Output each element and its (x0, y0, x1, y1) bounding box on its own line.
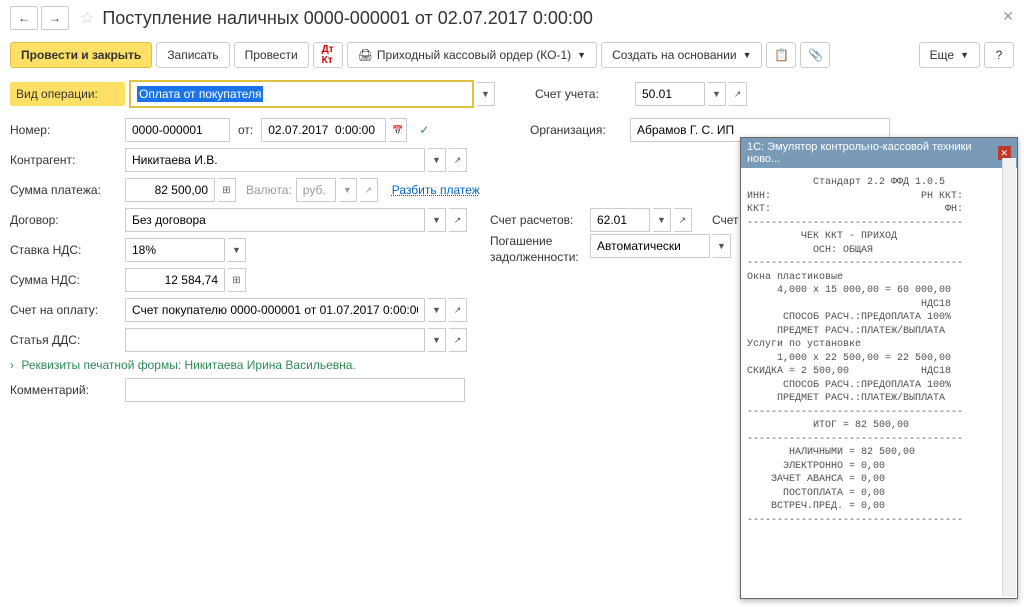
vat-rate-input[interactable] (125, 238, 225, 262)
advance-account-label-cut: Счет (712, 213, 739, 227)
dropdown-icon[interactable]: ▼ (228, 238, 246, 262)
emulator-receipt: Стандарт 2.2 ФФД 1.0.5 ИНН: РН ККТ: ККТ:… (741, 168, 1017, 598)
emulator-window: 1С: Эмулятор контрольно-кассовой техники… (740, 137, 1018, 599)
currency-input (296, 178, 336, 202)
page-title: Поступление наличных 0000-000001 от 02.0… (102, 8, 593, 29)
print-label: Приходный кассовый ордер (КО-1) (377, 48, 571, 62)
chevron-down-icon: ▼ (743, 50, 752, 60)
open-icon[interactable]: ↗ (449, 208, 467, 232)
submit-button[interactable]: Провести (234, 42, 309, 68)
calendar-icon[interactable]: 📅 (389, 118, 407, 142)
open-icon[interactable]: ↗ (449, 328, 467, 352)
organization-label: Организация: (530, 123, 630, 137)
favorite-star-icon[interactable]: ☆ (80, 8, 94, 28)
split-payment-link[interactable]: Разбить платеж (392, 183, 480, 197)
settlement-account-input[interactable] (590, 208, 650, 232)
vat-rate-label: Ставка НДС: (10, 243, 125, 257)
debt-repayment-label: Погашение задолженности: (490, 234, 590, 265)
dropdown-icon[interactable]: ▼ (708, 82, 726, 106)
counterparty-input[interactable] (125, 148, 425, 172)
comment-label: Комментарий: (10, 383, 125, 397)
dropdown-icon: ▼ (339, 178, 357, 202)
number-label: Номер: (10, 123, 125, 137)
create-based-button[interactable]: Создать на основании ▼ (601, 42, 762, 68)
dropdown-icon[interactable]: ▼ (428, 328, 446, 352)
submit-close-button[interactable]: Провести и закрыть (10, 42, 152, 68)
nav-back-button[interactable]: ← (10, 6, 38, 30)
open-icon[interactable]: ↗ (449, 298, 467, 322)
open-icon: ↗ (360, 178, 378, 202)
payment-sum-input[interactable] (125, 178, 215, 202)
calculator-icon[interactable]: ⊞ (218, 178, 236, 202)
more-label: Еще (930, 48, 954, 62)
open-icon[interactable]: ↗ (449, 148, 467, 172)
dropdown-icon[interactable]: ▼ (428, 208, 446, 232)
printer-icon: 🖨 (358, 48, 373, 62)
from-label: от: (238, 123, 253, 137)
chevron-right-icon: › (10, 358, 14, 372)
invoice-label: Счет на оплату: (10, 303, 125, 317)
dds-item-input[interactable] (125, 328, 425, 352)
dropdown-icon[interactable]: ▼ (477, 82, 495, 106)
print-dropdown-button[interactable]: 🖨 Приходный кассовый ордер (КО-1) ▼ (347, 42, 597, 68)
calculator-icon[interactable]: ⊞ (228, 268, 246, 292)
posted-icon: ✓ (419, 123, 429, 137)
close-icon[interactable]: ✕ (1002, 8, 1014, 25)
open-icon[interactable]: ↗ (674, 208, 692, 232)
report-icon-button[interactable]: 📋 (766, 42, 796, 68)
operation-type-value: Оплата от покупателя (137, 86, 263, 102)
settlement-account-label: Счет расчетов: (490, 213, 590, 227)
dt-kt-icon-button[interactable]: ДтКт (313, 42, 343, 68)
more-button[interactable]: Еще ▼ (919, 42, 980, 68)
scrollbar-vertical[interactable] (1002, 158, 1016, 597)
chevron-down-icon: ▼ (577, 50, 586, 60)
emulator-title-text: 1С: Эмулятор контрольно-кассовой техники… (747, 141, 998, 165)
account-input[interactable] (635, 82, 705, 106)
attach-icon-button[interactable]: 📎 (800, 42, 830, 68)
number-input[interactable] (125, 118, 230, 142)
open-icon[interactable]: ↗ (729, 82, 747, 106)
comment-input[interactable] (125, 378, 465, 402)
create-based-label: Создать на основании (612, 48, 737, 62)
debt-repayment-input[interactable] (590, 234, 710, 258)
vat-sum-label: Сумма НДС: (10, 273, 125, 287)
emulator-titlebar[interactable]: 1С: Эмулятор контрольно-кассовой техники… (741, 138, 1017, 168)
invoice-input[interactable] (125, 298, 425, 322)
operation-type-select[interactable]: Оплата от покупателя (129, 80, 474, 108)
payment-sum-label: Сумма платежа: (10, 183, 125, 197)
operation-type-label: Вид операции: (10, 82, 125, 106)
dropdown-icon[interactable]: ▼ (713, 234, 731, 258)
date-input[interactable] (261, 118, 386, 142)
print-requisites-link[interactable]: › Реквизиты печатной формы: Никитаева Ир… (10, 358, 356, 372)
contract-label: Договор: (10, 213, 125, 227)
contract-input[interactable] (125, 208, 425, 232)
currency-label: Валюта: (246, 183, 292, 197)
dds-item-label: Статья ДДС: (10, 333, 125, 347)
dropdown-icon[interactable]: ▼ (653, 208, 671, 232)
chevron-down-icon: ▼ (960, 50, 969, 60)
save-button[interactable]: Записать (156, 42, 229, 68)
dropdown-icon[interactable]: ▼ (428, 298, 446, 322)
nav-forward-button[interactable]: → (41, 6, 69, 30)
dropdown-icon[interactable]: ▼ (428, 148, 446, 172)
help-button[interactable]: ? (984, 42, 1014, 68)
account-label: Счет учета: (535, 87, 635, 101)
vat-sum-input[interactable] (125, 268, 225, 292)
counterparty-label: Контрагент: (10, 153, 125, 167)
print-requisites-text: Реквизиты печатной формы: Никитаева Ирин… (21, 358, 355, 372)
